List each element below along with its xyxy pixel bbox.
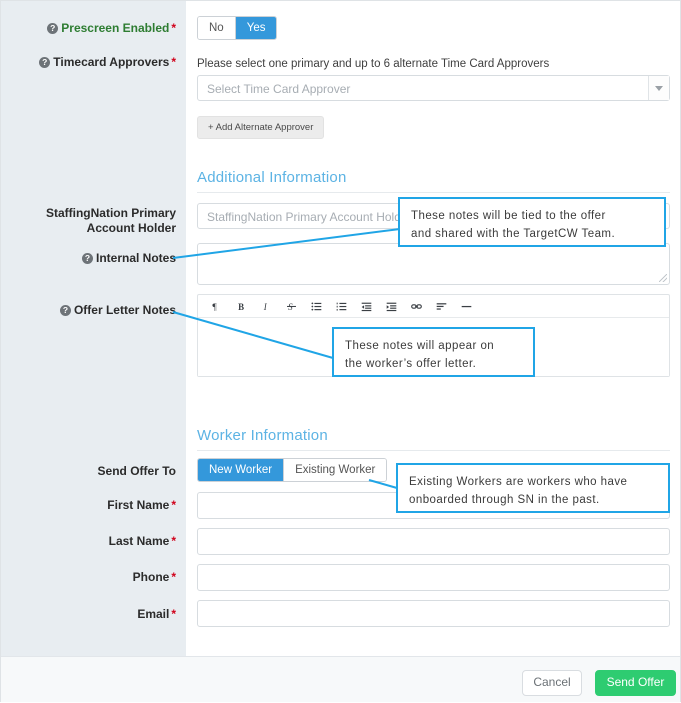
send-offer-button[interactable]: Send Offer <box>595 670 676 696</box>
send-offer-to-toggle-group[interactable]: New Worker Existing Worker <box>197 458 388 482</box>
required-marker: * <box>171 534 176 548</box>
section-divider <box>197 450 670 451</box>
link-icon[interactable] <box>404 296 429 316</box>
section-divider <box>197 192 670 193</box>
editor-toolbar: ¶ B I S <box>198 295 669 318</box>
italic-icon[interactable]: I <box>254 296 279 316</box>
phone-input[interactable] <box>197 564 670 591</box>
timecard-approvers-instruction: Please select one primary and up to 6 al… <box>197 58 550 70</box>
callout-line: Existing Workers are workers who have <box>409 476 628 488</box>
label-column <box>1 1 186 656</box>
ordered-list-icon[interactable] <box>329 296 354 316</box>
offer-letter-notes-label: ? Offer Letter Notes <box>11 303 176 318</box>
worker-information-section: Worker Information <box>197 427 670 451</box>
chevron-down-icon[interactable] <box>648 76 669 100</box>
required-marker: * <box>171 21 176 35</box>
additional-information-heading: Additional Information <box>197 169 347 186</box>
prescreen-option-no[interactable]: No <box>198 17 236 39</box>
question-circle-icon[interactable]: ? <box>39 57 51 68</box>
question-circle-icon[interactable]: ? <box>81 253 93 264</box>
required-marker: * <box>171 570 176 584</box>
required-marker: * <box>171 498 176 512</box>
cancel-button[interactable]: Cancel <box>522 670 582 696</box>
callout-line: the worker’s offer letter. <box>345 358 477 370</box>
required-marker: * <box>171 607 176 621</box>
send-offer-to-option-new-worker[interactable]: New Worker <box>198 459 285 481</box>
send-offer-to-label: Send Offer To <box>97 464 176 478</box>
resize-grip-icon[interactable] <box>659 274 667 282</box>
email-label: Email * <box>137 607 176 621</box>
add-alternate-approver-button[interactable]: + Add Alternate Approver <box>197 116 325 139</box>
phone-label: Phone * <box>132 570 176 584</box>
internal-notes-label: ? Internal Notes <box>11 251 176 266</box>
unordered-list-icon[interactable] <box>304 296 329 316</box>
prescreen-enabled-label: ? Prescreen Enabled * <box>11 21 176 36</box>
prescreen-option-yes[interactable]: Yes <box>235 17 277 39</box>
worker-information-heading: Worker Information <box>197 427 328 444</box>
timecard-approver-select-placeholder: Select Time Card Approver <box>207 82 351 96</box>
last-name-input[interactable] <box>197 528 670 555</box>
internal-notes-textarea[interactable] <box>197 243 670 285</box>
question-circle-icon[interactable]: ? <box>59 305 71 316</box>
required-marker: * <box>171 55 176 69</box>
bold-icon[interactable]: B <box>229 296 254 316</box>
outdent-icon[interactable] <box>354 296 379 316</box>
horizontal-rule-icon[interactable] <box>454 296 479 316</box>
callout-line: onboarded through SN in the past. <box>409 494 600 506</box>
internal-notes-callout: These notes will be tied to the offer an… <box>398 197 666 247</box>
email-input[interactable] <box>197 600 670 627</box>
offer-form-page: ? Prescreen Enabled * No Yes ? Timecard App… <box>0 0 681 702</box>
svg-text:B: B <box>238 301 244 311</box>
indent-icon[interactable] <box>379 296 404 316</box>
first-name-label: First Name * <box>107 498 176 512</box>
timecard-approvers-label: ? Timecard Approvers * <box>11 55 176 70</box>
paragraph-icon[interactable]: ¶ <box>204 296 229 316</box>
strikethrough-icon[interactable]: S <box>279 296 304 316</box>
callout-line: These notes will be tied to the offer <box>411 210 606 222</box>
last-name-label: Last Name * <box>108 534 176 548</box>
offer-letter-notes-callout: These notes will appear on the worker’s … <box>332 327 535 377</box>
align-left-icon[interactable] <box>429 296 454 316</box>
timecard-approver-select[interactable]: Select Time Card Approver <box>197 75 670 101</box>
question-circle-icon[interactable]: ? <box>47 23 59 34</box>
svg-text:¶: ¶ <box>212 301 217 311</box>
send-offer-to-option-existing-worker[interactable]: Existing Worker <box>284 459 387 481</box>
callout-line: These notes will appear on <box>345 340 495 352</box>
additional-information-section: Additional Information <box>197 169 670 193</box>
primary-account-holder-label: StaffingNation Primary Account Holder <box>45 206 176 235</box>
existing-worker-callout: Existing Workers are workers who have on… <box>396 463 670 513</box>
callout-line: and shared with the TargetCW Team. <box>411 228 616 240</box>
svg-text:I: I <box>263 301 268 311</box>
prescreen-toggle-group[interactable]: No Yes <box>197 16 278 40</box>
